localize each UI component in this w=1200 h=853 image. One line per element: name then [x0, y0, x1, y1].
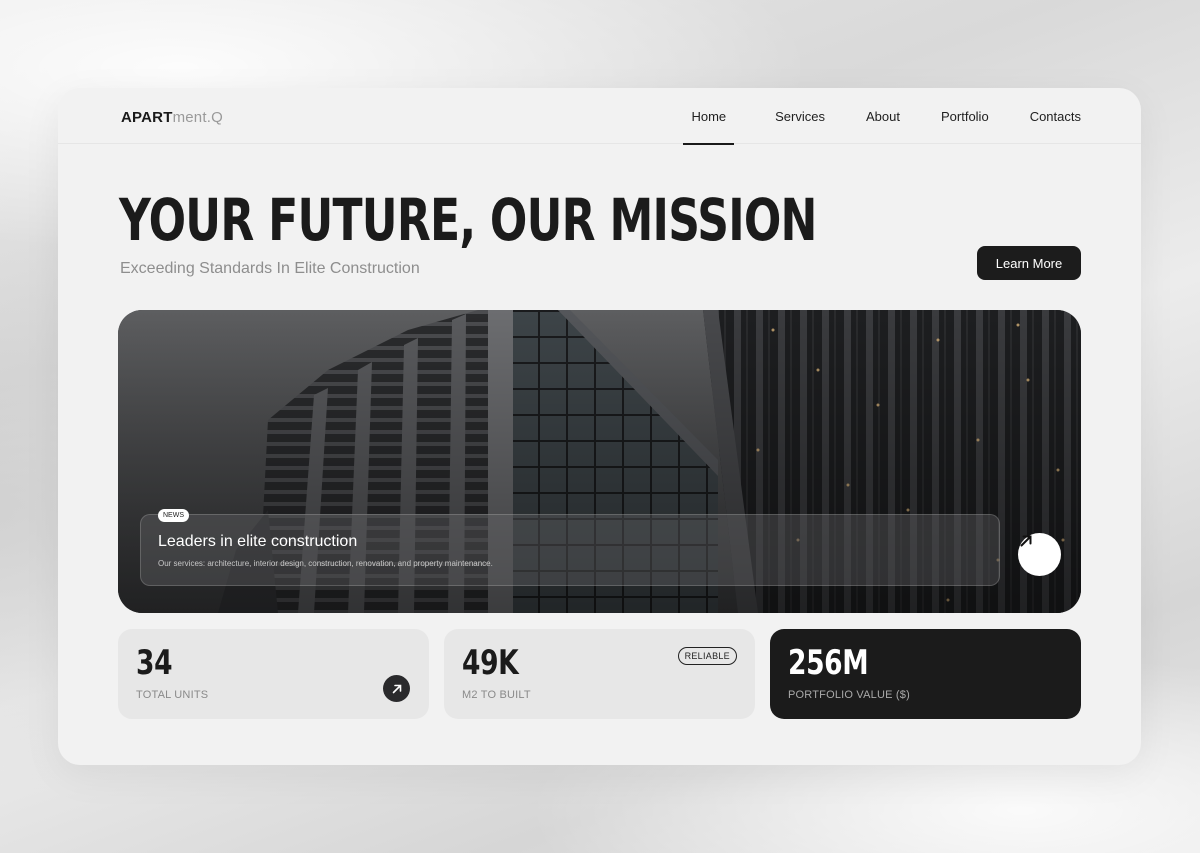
- stat-value: 256M: [788, 643, 869, 683]
- top-navigation: APARTment.Q Home Services About Portfoli…: [58, 88, 1141, 145]
- arrow-up-right-icon: [392, 684, 401, 693]
- stat-label: PORTFOLIO VALUE ($): [788, 689, 910, 701]
- reliable-badge: RELIABLE: [677, 647, 737, 665]
- news-badge: NEWS: [158, 509, 189, 522]
- news-title[interactable]: Leaders in elite construction: [158, 533, 357, 551]
- stat-label: TOTAL UNITS: [136, 689, 209, 701]
- logo-light: ment.Q: [172, 109, 223, 126]
- hero-arrow-button[interactable]: [1018, 533, 1061, 576]
- stat-card-total-units: 34 TOTAL UNITS: [118, 629, 429, 719]
- nav-item-about[interactable]: About: [866, 88, 900, 144]
- page-subheadline: Exceeding Standards In Elite Constructio…: [120, 260, 420, 277]
- hero-image: NEWS Leaders in elite construction Our s…: [118, 310, 1081, 613]
- nav-item-home[interactable]: Home: [683, 88, 734, 145]
- page-headline: YOUR FUTURE, OUR MISSION: [119, 186, 817, 254]
- nav-item-contacts[interactable]: Contacts: [1030, 88, 1081, 144]
- nav-item-services[interactable]: Services: [775, 88, 825, 144]
- nav-item-portfolio[interactable]: Portfolio: [941, 88, 989, 144]
- main-card: APARTment.Q Home Services About Portfoli…: [58, 88, 1141, 765]
- news-description: Our services: architecture, interior des…: [158, 559, 493, 568]
- stat-arrow-button[interactable]: [383, 675, 410, 702]
- stat-label: M2 TO BUILT: [462, 689, 531, 701]
- stat-value: 34: [136, 643, 173, 683]
- stat-card-m2-built: 49K M2 TO BUILT RELIABLE: [444, 629, 755, 719]
- stat-card-portfolio-value: 256M PORTFOLIO VALUE ($): [770, 629, 1081, 719]
- learn-more-button[interactable]: Learn More: [977, 246, 1081, 280]
- nav-menu: Home Services About Portfolio Contacts: [683, 88, 1081, 145]
- logo-bold: APART: [121, 109, 173, 126]
- logo[interactable]: APARTment.Q: [121, 109, 223, 126]
- arrow-up-right-icon: [1020, 535, 1032, 547]
- stat-value: 49K: [462, 643, 519, 683]
